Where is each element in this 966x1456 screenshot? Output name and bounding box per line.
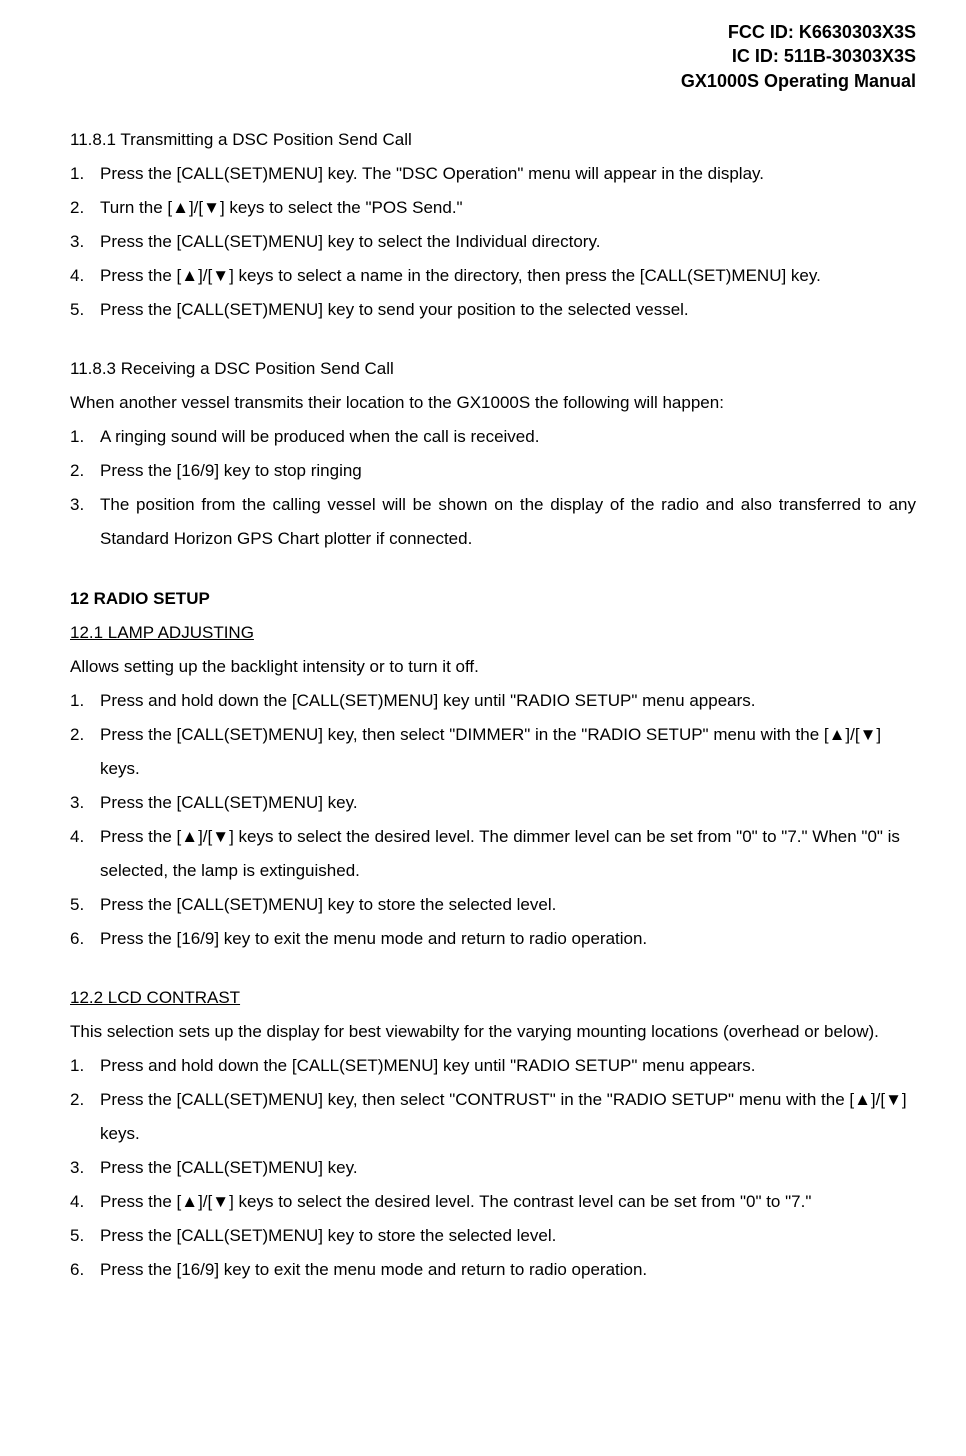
- section-11-8-1-title: 11.8.1 Transmitting a DSC Position Send …: [70, 123, 916, 157]
- list-item: 2.Turn the [▲]/[▼] keys to select the "P…: [70, 191, 916, 225]
- list-text: Press the [▲]/[▼] keys to select a name …: [100, 259, 916, 293]
- list-text: Press the [CALL(SET)MENU] key to store t…: [100, 888, 916, 922]
- section-12-title: 12 RADIO SETUP: [70, 582, 916, 616]
- list-item: 1.A ringing sound will be produced when …: [70, 420, 916, 454]
- list-item: 3.Press the [CALL(SET)MENU] key.: [70, 1151, 916, 1185]
- list-item: 5.Press the [CALL(SET)MENU] key to send …: [70, 293, 916, 327]
- section-11-8-3-intro: When another vessel transmits their loca…: [70, 386, 916, 420]
- list-number: 3.: [70, 488, 100, 556]
- list-text: Press the [CALL(SET)MENU] key. The "DSC …: [100, 157, 916, 191]
- list-item: 3.Press the [CALL(SET)MENU] key to selec…: [70, 225, 916, 259]
- list-text: Press the [CALL(SET)MENU] key.: [100, 786, 916, 820]
- list-text: A ringing sound will be produced when th…: [100, 420, 916, 454]
- list-text: Press the [▲]/[▼] keys to select the des…: [100, 1185, 916, 1219]
- list-item: 5.Press the [CALL(SET)MENU] key to store…: [70, 1219, 916, 1253]
- list-item: 4.Press the [▲]/[▼] keys to select a nam…: [70, 259, 916, 293]
- list-item: 2.Press the [16/9] key to stop ringing: [70, 454, 916, 488]
- list-item: 1.Press and hold down the [CALL(SET)MENU…: [70, 684, 916, 718]
- list-text: Press the [CALL(SET)MENU] key, then sele…: [100, 1083, 916, 1151]
- list-item: 6.Press the [16/9] key to exit the menu …: [70, 1253, 916, 1287]
- list-number: 2.: [70, 191, 100, 225]
- section-11-8-3-title: 11.8.3 Receiving a DSC Position Send Cal…: [70, 352, 916, 386]
- list-item: 5.Press the [CALL(SET)MENU] key to store…: [70, 888, 916, 922]
- list-item: 3.Press the [CALL(SET)MENU] key.: [70, 786, 916, 820]
- section-12-2-title: 12.2 LCD CONTRAST: [70, 981, 916, 1015]
- page-header: FCC ID: K6630303X3S IC ID: 511B-30303X3S…: [70, 20, 916, 93]
- list-item: 1.Press and hold down the [CALL(SET)MENU…: [70, 1049, 916, 1083]
- list-number: 6.: [70, 1253, 100, 1287]
- list-text: Press the [CALL(SET)MENU] key, then sele…: [100, 718, 916, 786]
- header-line-manual: GX1000S Operating Manual: [70, 69, 916, 93]
- header-line-ic: IC ID: 511B-30303X3S: [70, 44, 916, 68]
- list-item: 1.Press the [CALL(SET)MENU] key. The "DS…: [70, 157, 916, 191]
- section-11-8-3-steps: 1.A ringing sound will be produced when …: [70, 420, 916, 556]
- header-line-fcc: FCC ID: K6630303X3S: [70, 20, 916, 44]
- list-item: 4.Press the [▲]/[▼] keys to select the d…: [70, 820, 916, 888]
- list-number: 2.: [70, 718, 100, 786]
- list-text: Press the [CALL(SET)MENU] key to store t…: [100, 1219, 916, 1253]
- list-text: Press the [▲]/[▼] keys to select the des…: [100, 820, 916, 888]
- list-number: 3.: [70, 786, 100, 820]
- list-item: 2.Press the [CALL(SET)MENU] key, then se…: [70, 1083, 916, 1151]
- list-number: 3.: [70, 1151, 100, 1185]
- list-text: Press the [16/9] key to exit the menu mo…: [100, 1253, 916, 1287]
- list-number: 4.: [70, 820, 100, 888]
- section-12-1-intro: Allows setting up the backlight intensit…: [70, 650, 916, 684]
- list-number: 1.: [70, 420, 100, 454]
- list-text: Press and hold down the [CALL(SET)MENU] …: [100, 684, 916, 718]
- list-text: Press and hold down the [CALL(SET)MENU] …: [100, 1049, 916, 1083]
- list-number: 2.: [70, 454, 100, 488]
- list-number: 5.: [70, 293, 100, 327]
- list-number: 1.: [70, 157, 100, 191]
- list-item: 6.Press the [16/9] key to exit the menu …: [70, 922, 916, 956]
- list-number: 5.: [70, 1219, 100, 1253]
- list-text: The position from the calling vessel wil…: [100, 488, 916, 556]
- list-text: Press the [CALL(SET)MENU] key to send yo…: [100, 293, 916, 327]
- list-number: 1.: [70, 684, 100, 718]
- list-item: 4.Press the [▲]/[▼] keys to select the d…: [70, 1185, 916, 1219]
- list-number: 4.: [70, 259, 100, 293]
- section-12-1-title: 12.1 LAMP ADJUSTING: [70, 616, 916, 650]
- section-12-2-steps: 1.Press and hold down the [CALL(SET)MENU…: [70, 1049, 916, 1287]
- list-text: Press the [16/9] key to stop ringing: [100, 454, 916, 488]
- list-text: Press the [16/9] key to exit the menu mo…: [100, 922, 916, 956]
- list-text: Press the [CALL(SET)MENU] key.: [100, 1151, 916, 1185]
- section-12-1-steps: 1.Press and hold down the [CALL(SET)MENU…: [70, 684, 916, 956]
- list-text: Press the [CALL(SET)MENU] key to select …: [100, 225, 916, 259]
- list-number: 4.: [70, 1185, 100, 1219]
- list-number: 3.: [70, 225, 100, 259]
- list-number: 5.: [70, 888, 100, 922]
- list-number: 2.: [70, 1083, 100, 1151]
- list-number: 1.: [70, 1049, 100, 1083]
- list-text: Turn the [▲]/[▼] keys to select the "POS…: [100, 191, 916, 225]
- list-number: 6.: [70, 922, 100, 956]
- section-12-2-intro: This selection sets up the display for b…: [70, 1015, 916, 1049]
- list-item: 3.The position from the calling vessel w…: [70, 488, 916, 556]
- section-11-8-1-steps: 1.Press the [CALL(SET)MENU] key. The "DS…: [70, 157, 916, 327]
- list-item: 2.Press the [CALL(SET)MENU] key, then se…: [70, 718, 916, 786]
